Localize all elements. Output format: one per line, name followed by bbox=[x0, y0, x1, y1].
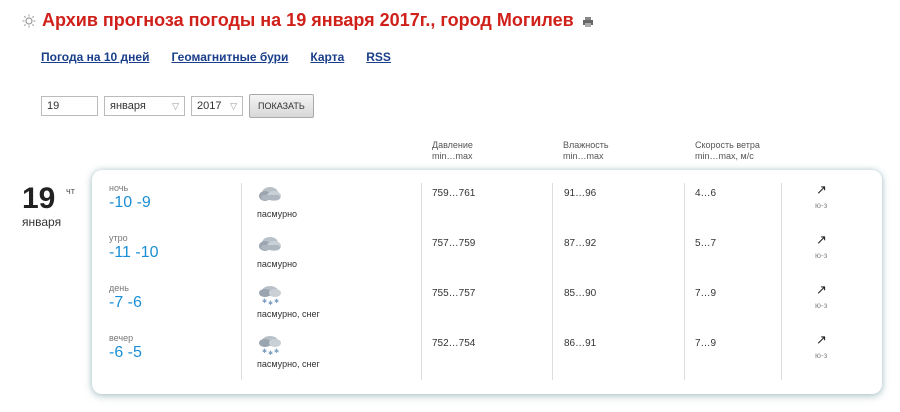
cloudy-icon bbox=[257, 234, 283, 256]
svg-text:✱: ✱ bbox=[268, 300, 273, 306]
humidity-value: 87…92 bbox=[564, 238, 597, 249]
date-block: 19 чт января bbox=[22, 182, 75, 230]
wind-direction-icon: ↗ bbox=[816, 182, 827, 197]
humidity-header: Влажность min…max bbox=[563, 140, 609, 162]
pressure-value: 755…757 bbox=[432, 288, 476, 299]
pressure-header-sub: min…max bbox=[432, 151, 473, 161]
forecast-card bbox=[92, 170, 882, 394]
condition-label: пасмурно, снег bbox=[257, 359, 320, 369]
wind-direction-label: ю-з bbox=[815, 351, 828, 360]
divider bbox=[684, 183, 685, 380]
part-of-day-label: вечер bbox=[109, 333, 134, 343]
temperature-value: -10 -9 bbox=[109, 194, 151, 211]
nav-link-rss[interactable]: RSS bbox=[366, 50, 391, 64]
print-icon[interactable] bbox=[582, 15, 594, 27]
year-select-value: 2017 bbox=[197, 100, 222, 112]
wind-header-label: Скорость ветра bbox=[695, 140, 760, 150]
wind-direction-icon: ↗ bbox=[816, 282, 827, 297]
sun-icon bbox=[22, 14, 36, 28]
part-of-day-label: утро bbox=[109, 233, 128, 243]
pressure-value: 757…759 bbox=[432, 238, 476, 249]
top-nav: Погода на 10 дней Геомагнитные бури Карт… bbox=[41, 50, 391, 64]
date-form: 19 января ▽ 2017 ▽ ПОКАЗАТЬ bbox=[41, 94, 314, 118]
divider bbox=[241, 183, 242, 380]
wind-direction-label: ю-з bbox=[815, 251, 828, 260]
month-select-value: января bbox=[110, 100, 146, 112]
title-row: Архив прогноза погоды на 19 января 2017г… bbox=[22, 10, 594, 31]
temperature-value: -6 -5 bbox=[109, 344, 142, 361]
snow-cloud-icon: ✱ ✱ ✱ bbox=[257, 334, 283, 357]
wind-header-sub: min…max, м/с bbox=[695, 151, 754, 161]
day-number: 19 bbox=[22, 182, 56, 215]
month-label: января bbox=[22, 215, 62, 229]
wind-speed-value: 7…9 bbox=[695, 338, 717, 349]
pressure-header-label: Давление bbox=[432, 140, 473, 150]
weekday-label: чт bbox=[66, 186, 75, 196]
chevron-down-icon: ▽ bbox=[172, 100, 179, 111]
day-input[interactable]: 19 bbox=[41, 96, 98, 116]
cloudy-icon bbox=[257, 184, 283, 206]
condition-label: пасмурно bbox=[257, 259, 298, 269]
humidity-value: 85…90 bbox=[564, 288, 597, 299]
month-select[interactable]: января ▽ bbox=[104, 96, 185, 116]
wind-speed-value: 7…9 bbox=[695, 288, 717, 299]
humidity-header-sub: min…max bbox=[563, 151, 604, 161]
pressure-header: Давление min…max bbox=[432, 140, 473, 162]
divider bbox=[421, 183, 422, 380]
nav-link-10-days[interactable]: Погода на 10 дней bbox=[41, 50, 149, 64]
divider bbox=[781, 183, 782, 380]
humidity-value: 86…91 bbox=[564, 338, 597, 349]
page-title: Архив прогноза погоды на 19 января 2017г… bbox=[42, 10, 574, 30]
humidity-value: 91…96 bbox=[564, 188, 597, 199]
temperature-value: -11 -10 bbox=[109, 244, 159, 261]
condition-label: пасмурно, снег bbox=[257, 309, 320, 319]
condition-label: пасмурно bbox=[257, 209, 298, 219]
svg-text:✱: ✱ bbox=[262, 298, 267, 305]
wind-speed-value: 5…7 bbox=[695, 238, 717, 249]
svg-text:✱: ✱ bbox=[262, 348, 267, 355]
year-select[interactable]: 2017 ▽ bbox=[191, 96, 243, 116]
wind-direction-label: ю-з bbox=[815, 301, 828, 310]
part-of-day-label: ночь bbox=[109, 183, 129, 193]
svg-text:✱: ✱ bbox=[274, 298, 279, 305]
svg-text:✱: ✱ bbox=[268, 350, 273, 356]
nav-link-geomagnetic[interactable]: Геомагнитные бури bbox=[171, 50, 288, 64]
pressure-value: 752…754 bbox=[432, 338, 476, 349]
show-button[interactable]: ПОКАЗАТЬ bbox=[249, 94, 314, 118]
pressure-value: 759…761 bbox=[432, 188, 476, 199]
wind-header: Скорость ветра min…max, м/с bbox=[695, 140, 760, 162]
svg-text:✱: ✱ bbox=[274, 348, 279, 355]
nav-link-map[interactable]: Карта bbox=[310, 50, 344, 64]
day-input-value: 19 bbox=[47, 100, 60, 112]
wind-direction-icon: ↗ bbox=[816, 332, 827, 347]
wind-direction-label: ю-з bbox=[815, 201, 828, 210]
part-of-day-label: день bbox=[109, 283, 129, 293]
wind-speed-value: 4…6 bbox=[695, 188, 717, 199]
snow-cloud-icon: ✱ ✱ ✱ bbox=[257, 284, 283, 307]
chevron-down-icon: ▽ bbox=[230, 100, 237, 111]
humidity-header-label: Влажность bbox=[563, 140, 609, 150]
temperature-value: -7 -6 bbox=[109, 294, 142, 311]
divider bbox=[552, 183, 553, 380]
wind-direction-icon: ↗ bbox=[816, 232, 827, 247]
